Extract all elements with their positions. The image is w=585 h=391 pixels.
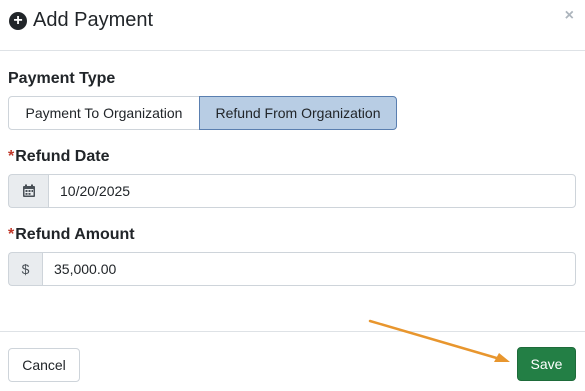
cancel-button[interactable]: Cancel <box>8 348 80 382</box>
payment-type-toggle: Payment To Organization Refund From Orga… <box>8 96 397 130</box>
currency-addon: $ <box>8 252 42 286</box>
refund-date-label-text: Refund Date <box>15 148 110 165</box>
required-marker: * <box>8 226 15 243</box>
plus-circle-icon: + <box>9 11 27 30</box>
refund-amount-label: *Refund Amount <box>8 226 135 244</box>
refund-date-group: 10/20/2025 <box>8 174 576 208</box>
modal-title-wrap: + Add Payment <box>9 9 153 32</box>
payment-type-label: Payment Type <box>8 70 116 87</box>
refund-amount-group: $ 35,000.00 <box>8 252 576 286</box>
modal-footer <box>0 331 585 391</box>
refund-amount-input[interactable]: 35,000.00 <box>42 252 576 286</box>
required-marker: * <box>8 148 15 165</box>
save-button[interactable]: Save <box>517 347 576 381</box>
close-icon[interactable]: × <box>565 7 574 25</box>
payment-to-organization-button[interactable]: Payment To Organization <box>8 96 200 130</box>
calendar-icon-svg <box>22 184 35 197</box>
refund-date-input[interactable]: 10/20/2025 <box>48 174 576 208</box>
refund-date-label: *Refund Date <box>8 148 109 166</box>
refund-from-organization-button[interactable]: Refund From Organization <box>199 96 397 130</box>
calendar-icon[interactable] <box>8 174 48 208</box>
modal-title: Add Payment <box>33 9 154 31</box>
refund-amount-label-text: Refund Amount <box>15 226 135 243</box>
modal-header: + Add Payment × <box>0 0 585 51</box>
